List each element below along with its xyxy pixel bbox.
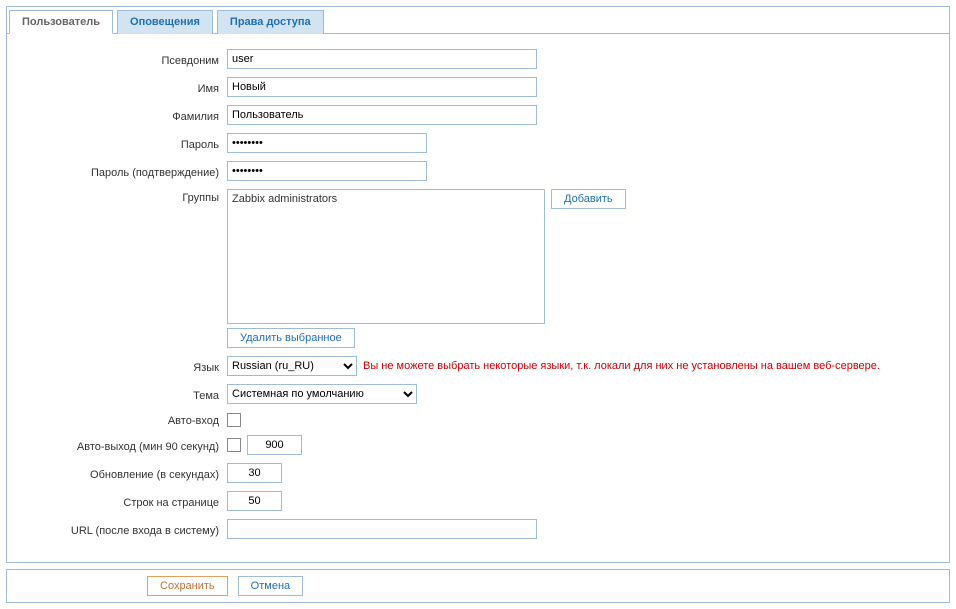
list-item[interactable]: Zabbix administrators: [232, 192, 540, 206]
footer-actions: Сохранить Отмена: [6, 569, 950, 603]
label-language: Язык: [17, 359, 227, 374]
password-confirm-input[interactable]: [227, 161, 427, 181]
label-name: Имя: [17, 80, 227, 95]
label-surname: Фамилия: [17, 108, 227, 123]
tab-bar: Пользователь Оповещения Права доступа: [7, 7, 949, 34]
groups-listbox[interactable]: Zabbix administrators: [227, 189, 545, 324]
surname-input[interactable]: [227, 105, 537, 125]
tab-permissions[interactable]: Права доступа: [217, 10, 324, 34]
theme-select[interactable]: Системная по умолчанию: [227, 384, 417, 404]
label-rows: Строк на странице: [17, 494, 227, 509]
label-password-confirm: Пароль (подтверждение): [17, 164, 227, 179]
user-form-panel: Пользователь Оповещения Права доступа Пс…: [6, 6, 950, 563]
url-input[interactable]: [227, 519, 537, 539]
label-autologin: Авто-вход: [17, 412, 227, 427]
tab-user[interactable]: Пользователь: [9, 10, 113, 34]
autologin-checkbox[interactable]: [227, 413, 241, 427]
cancel-button[interactable]: Отмена: [238, 576, 303, 596]
refresh-input[interactable]: [227, 463, 282, 483]
autologout-checkbox[interactable]: [227, 438, 241, 452]
locale-warning: Вы не можете выбрать некоторые языки, т.…: [363, 360, 880, 372]
label-groups: Группы: [17, 189, 227, 204]
language-select[interactable]: Russian (ru_RU): [227, 356, 357, 376]
tab-media[interactable]: Оповещения: [117, 10, 213, 34]
label-refresh: Обновление (в секундах): [17, 466, 227, 481]
add-group-button[interactable]: Добавить: [551, 189, 626, 209]
form-body: Псевдоним Имя Фамилия Пароль Пароль (под: [7, 34, 949, 562]
spacer: [17, 576, 137, 596]
rows-input[interactable]: [227, 491, 282, 511]
save-button[interactable]: Сохранить: [147, 576, 228, 596]
label-autologout: Авто-выход (мин 90 секунд): [17, 438, 227, 453]
label-alias: Псевдоним: [17, 52, 227, 67]
autologout-input[interactable]: [247, 435, 302, 455]
delete-selected-button[interactable]: Удалить выбранное: [227, 328, 355, 348]
label-url: URL (после входа в систему): [17, 522, 227, 537]
label-password: Пароль: [17, 136, 227, 151]
alias-input[interactable]: [227, 49, 537, 69]
password-input[interactable]: [227, 133, 427, 153]
label-theme: Тема: [17, 387, 227, 402]
name-input[interactable]: [227, 77, 537, 97]
